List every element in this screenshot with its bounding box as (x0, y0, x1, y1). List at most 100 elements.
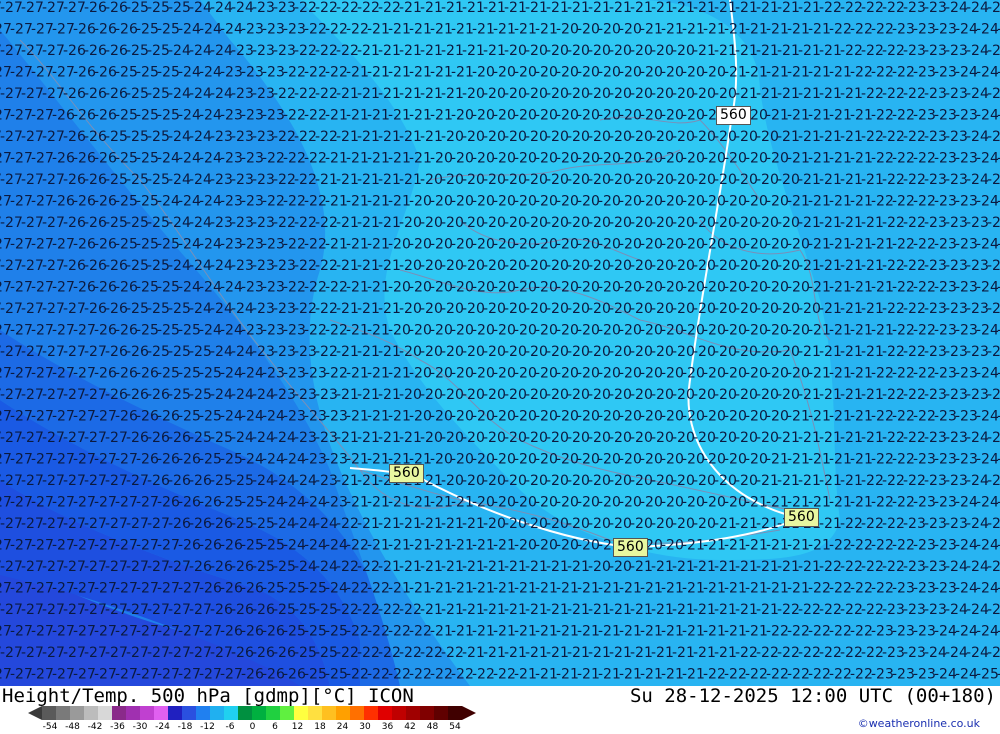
temperature-label: -20 (693, 387, 716, 403)
temperature-label: -27 (42, 43, 65, 59)
temperature-label: -22 (850, 624, 873, 640)
temperature-label: -25 (157, 280, 180, 296)
temperature-label: -27 (63, 344, 86, 360)
temperature-label: -24 (231, 0, 254, 16)
temperature-label: -25 (105, 129, 128, 145)
temperature-label: -22 (829, 22, 852, 38)
temperature-label: -20 (745, 151, 768, 167)
temperature-label: -20 (535, 65, 558, 81)
temperature-label: -23 (924, 559, 947, 575)
temperature-label: -24 (976, 237, 999, 253)
temperature-label: -23 (241, 151, 264, 167)
temperature-label: -27 (136, 624, 159, 640)
temperature-label: -25 (147, 215, 170, 231)
temperature-label: -23 (924, 86, 947, 102)
temperature-label: -20 (598, 22, 621, 38)
temperature-label: -20 (735, 301, 758, 317)
temperature-label: -26 (94, 323, 117, 339)
temperature-label: -26 (84, 129, 107, 145)
temperature-label: -23 (924, 172, 947, 188)
temperature-label: -20 (714, 215, 737, 231)
temperature-label: -21 (808, 151, 831, 167)
temperature-label: -22 (399, 645, 422, 661)
temperature-label: -22 (808, 581, 831, 597)
temperature-label: -21 (787, 194, 810, 210)
temperature-label: -20 (745, 452, 768, 468)
temperature-label: -23 (252, 43, 275, 59)
temperature-label: -25 (252, 516, 275, 532)
temperature-label: -22 (892, 194, 915, 210)
temperature-label: -21 (535, 22, 558, 38)
temperature-label: -20 (514, 366, 537, 382)
temperature-label: -21 (808, 280, 831, 296)
temperature-label: -20 (787, 237, 810, 253)
temperature-label: -21 (630, 602, 653, 618)
map-title: Height/Temp. 500 hPa [gdmp][°C] ICON (2, 685, 414, 707)
temperature-label: -27 (31, 667, 54, 683)
temperature-label: -21 (724, 22, 747, 38)
temperature-label: -26 (220, 538, 243, 554)
temperature-label: -27 (73, 667, 96, 683)
temperature-label: -27 (42, 215, 65, 231)
temperature-label: -20 (661, 323, 684, 339)
temperature-label: -27 (73, 495, 96, 511)
temperature-label: -21 (651, 0, 674, 16)
temperature-label: -25 (199, 366, 222, 382)
temperature-label: -21 (861, 301, 884, 317)
temperature-label: -23 (945, 215, 968, 231)
temperature-label: -22 (294, 301, 317, 317)
temperature-label: -21 (346, 323, 369, 339)
temperature-label: -20 (724, 452, 747, 468)
temperature-label: -20 (504, 387, 527, 403)
temperature-label: -23 (231, 215, 254, 231)
temperature-label: -27 (10, 581, 33, 597)
temperature-label: -21 (336, 301, 359, 317)
temperature-label: -22 (892, 323, 915, 339)
temperature-label: -20 (430, 323, 453, 339)
temperature-label: -25 (115, 194, 138, 210)
temperature-label: -20 (567, 215, 590, 231)
temperature-label: -21 (441, 602, 464, 618)
temperature-label: -22 (724, 667, 747, 683)
temperature-label: -21 (409, 581, 432, 597)
temperature-label: -25 (168, 387, 191, 403)
temperature-label: -27 (84, 344, 107, 360)
temperature-label: -21 (693, 43, 716, 59)
temperature-label: -22 (315, 43, 338, 59)
scale-cell (238, 706, 252, 720)
temperature-label: -21 (787, 409, 810, 425)
temperature-label: -22 (357, 0, 380, 16)
temperature-label: -26 (136, 409, 159, 425)
temperature-label: -26 (94, 237, 117, 253)
temperature-label: -27 (147, 602, 170, 618)
temperature-label: -20 (525, 172, 548, 188)
temperature-label: -21 (651, 645, 674, 661)
temperature-label: -20 (735, 473, 758, 489)
temperature-label: -20 (630, 516, 653, 532)
temperature-label: -25 (178, 409, 201, 425)
temperature-label: -20 (504, 129, 527, 145)
temperature-label: -26 (63, 215, 86, 231)
temperature-label: -20 (651, 43, 674, 59)
temperature-label: -27 (42, 430, 65, 446)
temperature-label: -27 (157, 581, 180, 597)
contour-label-560-d: 560 (613, 538, 648, 557)
temperature-label: -21 (808, 452, 831, 468)
temperature-label: -27 (105, 430, 128, 446)
temperature-label: -21 (850, 237, 873, 253)
temperature-label: -22 (808, 624, 831, 640)
temperature-label: -21 (462, 602, 485, 618)
temperature-label: -21 (829, 323, 852, 339)
temperature-label: -27 (94, 538, 117, 554)
temperature-label: -22 (882, 43, 905, 59)
temperature-label: -20 (609, 172, 632, 188)
temperature-label: -23 (903, 559, 926, 575)
temperature-label: -21 (714, 559, 737, 575)
temperature-label: -21 (483, 559, 506, 575)
temperature-label: -20 (703, 237, 726, 253)
temperature-label: -20 (661, 237, 684, 253)
site-credit[interactable]: ©weatheronline.co.uk (858, 717, 980, 730)
temperature-label: -21 (336, 215, 359, 231)
temperature-label: -20 (535, 452, 558, 468)
temperature-label: -27 (31, 409, 54, 425)
